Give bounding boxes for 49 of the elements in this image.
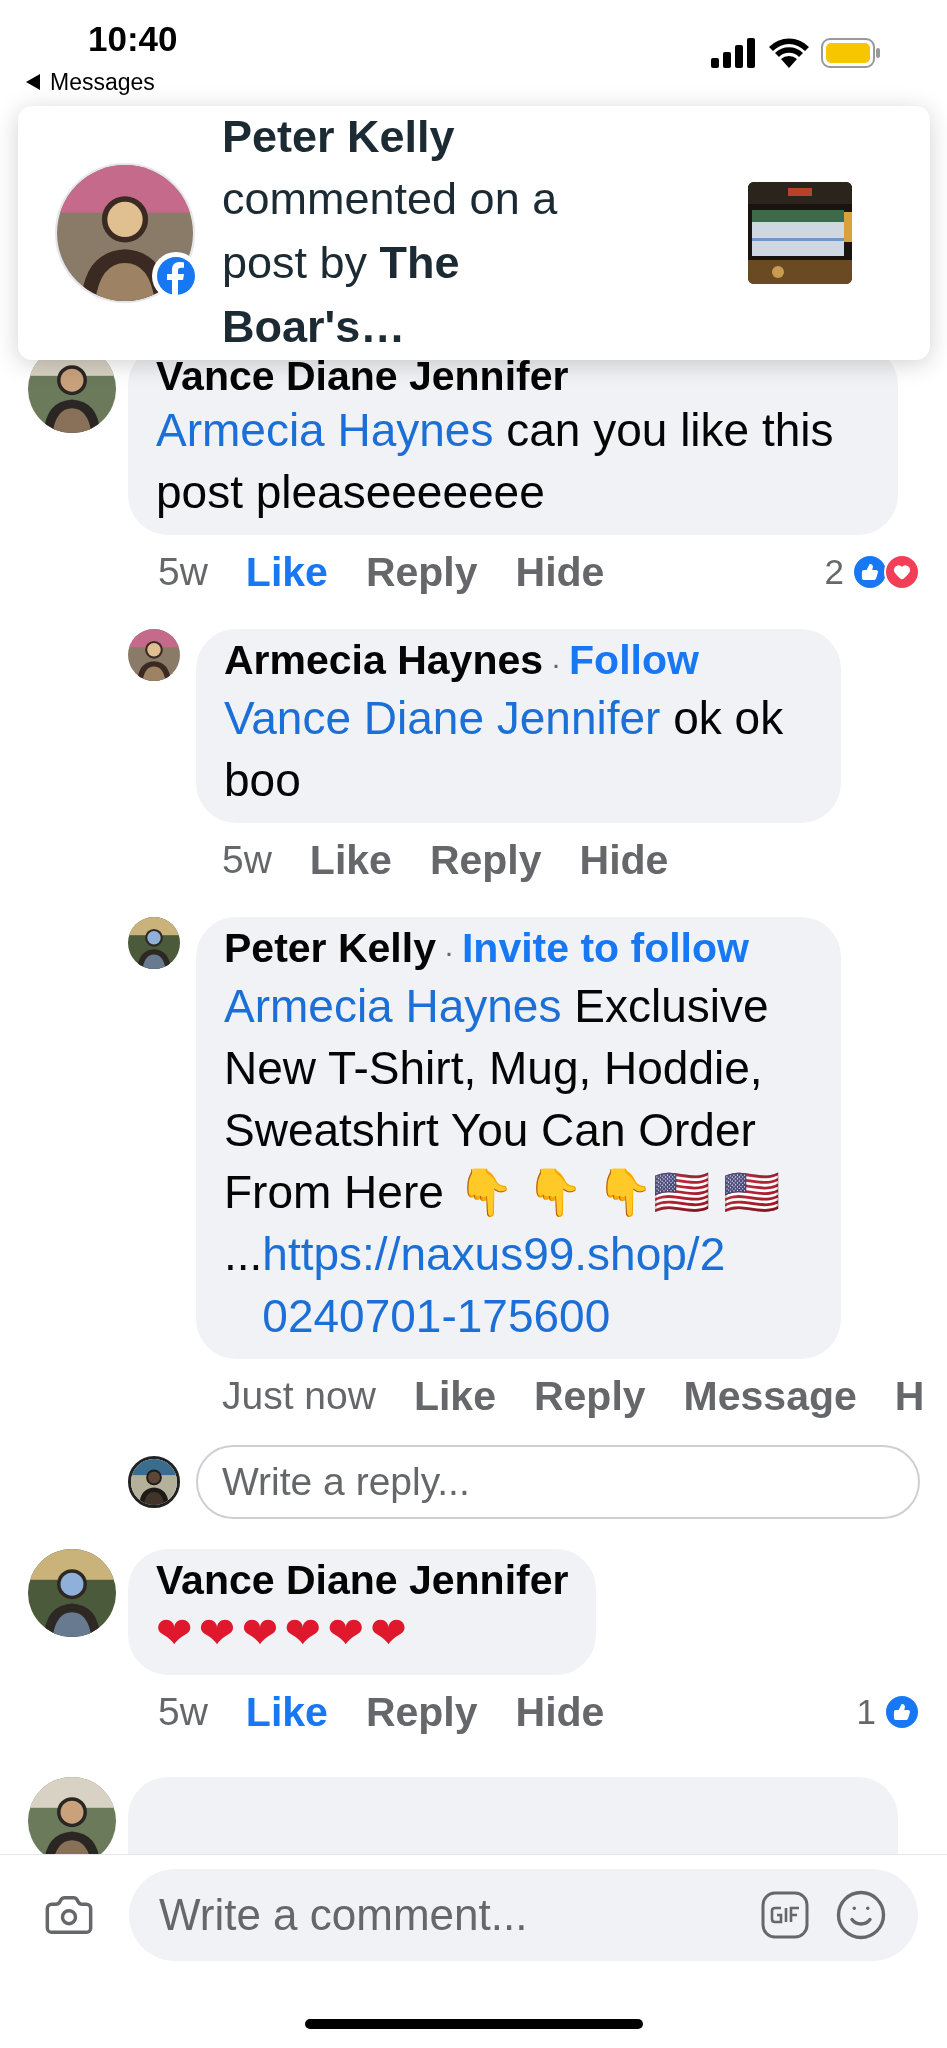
author-name: Vance Diane Jennifer (156, 1557, 569, 1603)
notification-banner[interactable]: Peter Kelly commented on a post by The Boar's… (18, 106, 930, 360)
url-link[interactable]: https://naxus99.shop/20240701-175600 (262, 1223, 738, 1347)
like-button[interactable]: Like (413, 1372, 496, 1420)
like-button[interactable]: Like (309, 836, 392, 884)
mention-link[interactable]: Vance Diane Jennifer (224, 692, 661, 744)
action-button[interactable]: Message (683, 1372, 857, 1420)
comment-input[interactable]: Write a comment... (157, 1889, 736, 1941)
timestamp: 5w (158, 550, 208, 594)
gif-icon[interactable] (760, 1890, 810, 1940)
reply-field[interactable]: Write a reply... (196, 1445, 920, 1519)
mention-link[interactable]: Armecia Haynes (156, 404, 494, 456)
action-button[interactable]: Reply (365, 1688, 478, 1736)
timestamp: 5w (158, 1690, 208, 1734)
action-button[interactable]: Reply (533, 1372, 646, 1420)
timestamp: Just now (222, 1374, 376, 1418)
clock: 10:40 (88, 18, 178, 60)
notification-text: commented on a post by The Boar's… (222, 172, 559, 354)
reaction-count: 1 (856, 1692, 876, 1732)
separator-dot: · (443, 934, 454, 970)
reaction-count: 2 (824, 552, 844, 592)
action-button[interactable]: Hide (515, 1688, 605, 1736)
notification-name: Peter Kelly (222, 110, 456, 164)
action-button[interactable]: H (894, 1372, 925, 1420)
comment-field[interactable]: Write a comment... (129, 1869, 918, 1961)
comment-text: ❤❤❤❤❤❤ (156, 1607, 415, 1659)
emoji-icon[interactable] (834, 1888, 888, 1942)
reply-text: Vance Diane Jennifer ok ok boo (224, 691, 785, 808)
mention-link[interactable]: Armecia Haynes (224, 980, 562, 1032)
back-link[interactable]: Messages (50, 68, 155, 96)
follow-link[interactable]: Follow (569, 637, 699, 683)
action-button[interactable]: Hide (579, 836, 669, 884)
author-name: Armecia Haynes (224, 637, 544, 683)
action-button[interactable]: Reply (365, 548, 478, 596)
action-button[interactable]: Hide (515, 548, 605, 596)
comment-text: Armecia Haynes can you like this post pleaseeeeeee (156, 403, 835, 520)
timestamp: 5w (222, 838, 272, 882)
back-icon[interactable] (24, 73, 42, 91)
reply-text: Armecia Haynes Exclusive New T-Shirt, Mug, Hoddie, Sweatshirt You Can Order From Here 👇 👇 👇🇺🇸 🇺🇸 ...https://naxus99.shop/20240701-175600 (224, 975, 813, 1347)
follow-link[interactable]: Invite to follow (461, 925, 749, 971)
like-button[interactable]: Like (245, 548, 328, 596)
separator-dot: · (551, 646, 562, 682)
wifi-icon (769, 38, 809, 68)
author-name: Peter Kelly (224, 925, 436, 971)
action-button[interactable]: Reply (429, 836, 542, 884)
like-button[interactable]: Like (245, 1688, 328, 1736)
ellipsis-text: ... (224, 1228, 263, 1280)
signal-icon (711, 38, 757, 68)
battery-icon (821, 38, 881, 68)
